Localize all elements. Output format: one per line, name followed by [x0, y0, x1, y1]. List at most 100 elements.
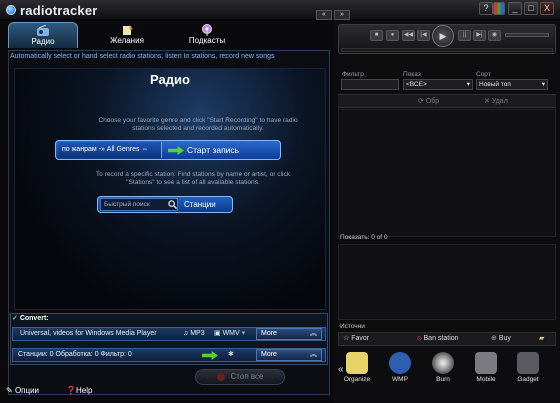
list-toolbar	[338, 94, 556, 108]
forward-button[interactable]: »	[334, 10, 350, 20]
convert-label: Convert:	[19, 315, 49, 322]
ban-station-button[interactable]: ⦸ Ban station	[417, 333, 459, 345]
sources-label: Источни	[340, 323, 365, 330]
eye-icon[interactable]: ◉	[488, 30, 501, 41]
convert-profile[interactable]: Universal, videos for Windows Media Play…	[20, 328, 157, 340]
podcast-icon	[202, 24, 212, 36]
tab-podcasts-label: Подкасты	[188, 36, 226, 45]
mobile-icon	[475, 352, 497, 374]
dock-organize[interactable]: Organize	[339, 352, 375, 383]
delete-label: Удал	[491, 98, 508, 105]
radio-icon	[37, 25, 49, 36]
previous-icon[interactable]: |◀	[417, 30, 430, 41]
play-button[interactable]: ▶	[432, 25, 454, 47]
start-record-label: Старт запись	[187, 145, 240, 155]
app-title: radiotracker	[20, 2, 98, 18]
next-icon[interactable]: ▶|	[473, 30, 486, 41]
organize-icon	[346, 352, 368, 374]
help-link[interactable]: ❓Help	[66, 386, 92, 395]
sort-value: Новый топ	[479, 81, 511, 88]
minimize-button[interactable]: _	[508, 2, 522, 15]
dock-gadget[interactable]: Gadget	[510, 352, 546, 383]
delete-icon: ✕	[484, 98, 492, 105]
progress-bar[interactable]	[341, 48, 553, 52]
stop-icon[interactable]: ■	[370, 30, 383, 41]
check-icon[interactable]: ✓	[12, 315, 18, 322]
dock-wmp[interactable]: WMP	[382, 352, 418, 383]
burn-icon	[432, 352, 454, 374]
show-label: Показ	[403, 71, 421, 78]
dock-burn[interactable]: Burn	[425, 352, 461, 383]
options-label: Опции	[14, 386, 40, 395]
cart-icon: ⊕	[491, 335, 499, 342]
close-button[interactable]: X	[540, 2, 554, 15]
stations-button[interactable]: Станции	[184, 198, 230, 211]
gadget-icon	[517, 352, 539, 374]
chevron-up-icon: ︽	[310, 351, 317, 358]
more-button-1[interactable]: More ︽	[256, 328, 322, 340]
tab-radio[interactable]: Радио	[8, 22, 78, 48]
refresh-label: Обр	[425, 98, 440, 105]
tab-wishes-label: Желания	[110, 36, 144, 45]
record-icon	[216, 372, 225, 381]
start-record-button[interactable]: Старт запись	[165, 142, 279, 158]
refresh-button[interactable]: ⟳ Обр	[418, 97, 439, 105]
format-video-label: WMV	[222, 330, 240, 337]
stop-all-button[interactable]: Стоп все	[195, 369, 285, 385]
back-button[interactable]: «	[316, 10, 332, 20]
wrench-icon: ✎	[6, 386, 15, 395]
logo-icon	[6, 5, 16, 15]
song-list[interactable]	[338, 109, 556, 237]
tab-wishes[interactable]: Желания	[92, 22, 162, 48]
sort-select[interactable]: Новый топ ▾	[476, 79, 548, 90]
sort-label: Сорт	[476, 71, 491, 78]
dock-mobile[interactable]: Mobile	[468, 352, 504, 383]
delete-button[interactable]: ✕ Удал	[484, 97, 508, 105]
chevron-up-icon: ︽	[310, 330, 317, 337]
options-button[interactable]: ✎ Опции	[6, 386, 39, 395]
favor-label: Favor	[351, 335, 370, 342]
source-list[interactable]	[338, 244, 556, 320]
radio-desc-1: Choose your favorite genre and click "St…	[98, 117, 298, 132]
search-icon[interactable]	[168, 200, 177, 209]
stop-all-label: Стоп все	[230, 372, 264, 381]
dock-mobile-label: Mobile	[476, 376, 496, 383]
format-audio-label: MP3	[190, 330, 205, 337]
help-label: Help	[75, 386, 93, 395]
dock-organize-label: Organize	[343, 376, 371, 383]
show-select[interactable]: <ВСЕ> ▾	[403, 79, 473, 90]
format-audio[interactable]: ♫ MP3	[183, 328, 205, 340]
help-button[interactable]: ?	[479, 2, 493, 15]
pause-icon[interactable]: ||	[458, 30, 471, 41]
show-count: Показать: 0 of 0	[340, 234, 388, 241]
volume-slider[interactable]	[505, 33, 549, 37]
settings-icon[interactable]: ✱	[228, 349, 234, 361]
arrow-right-icon	[168, 146, 184, 155]
buy-label: Buy	[498, 335, 511, 342]
refresh-icon: ⟳	[418, 98, 426, 105]
rewind-icon[interactable]: ◀◀	[402, 30, 415, 41]
favor-icon: ☆	[343, 335, 352, 342]
record-icon[interactable]: ●	[386, 30, 399, 41]
show-value: <ВСЕ>	[406, 81, 427, 88]
filter-input[interactable]	[341, 79, 399, 90]
more-button-2[interactable]: More ︽	[256, 349, 322, 361]
more-label-1: More	[261, 330, 277, 337]
dock-burn-label: Burn	[436, 376, 450, 383]
favor-button[interactable]: ☆ Favor	[343, 333, 369, 345]
quick-search-input[interactable]: Быстрый поиск	[100, 198, 178, 211]
format-video[interactable]: ▣ WMV ▾	[214, 328, 245, 340]
buy-button[interactable]: ⊕ Buy	[491, 333, 511, 345]
dock-wmp-label: WMP	[392, 376, 408, 383]
tab-bar: Радио Желания Подкасты	[8, 20, 330, 50]
stats-text: Станции: 0 Обработка: 0 Фильтр: 0	[18, 351, 132, 358]
video-icon: ▣	[214, 330, 223, 337]
tab-podcasts[interactable]: Подкасты	[172, 22, 242, 48]
filter-label: Фильтр	[342, 71, 364, 78]
radio-title: Радио	[150, 72, 190, 87]
sources-row: ☆ Favor ⦸ Ban station ⊕ Buy ▰	[338, 332, 556, 346]
folder-icon[interactable]: ▰	[539, 333, 544, 345]
skin-icon[interactable]	[493, 2, 505, 15]
maximize-button[interactable]: □	[524, 2, 538, 15]
genre-select[interactable]: по жанрам -» All Genres ⇔	[58, 142, 162, 158]
